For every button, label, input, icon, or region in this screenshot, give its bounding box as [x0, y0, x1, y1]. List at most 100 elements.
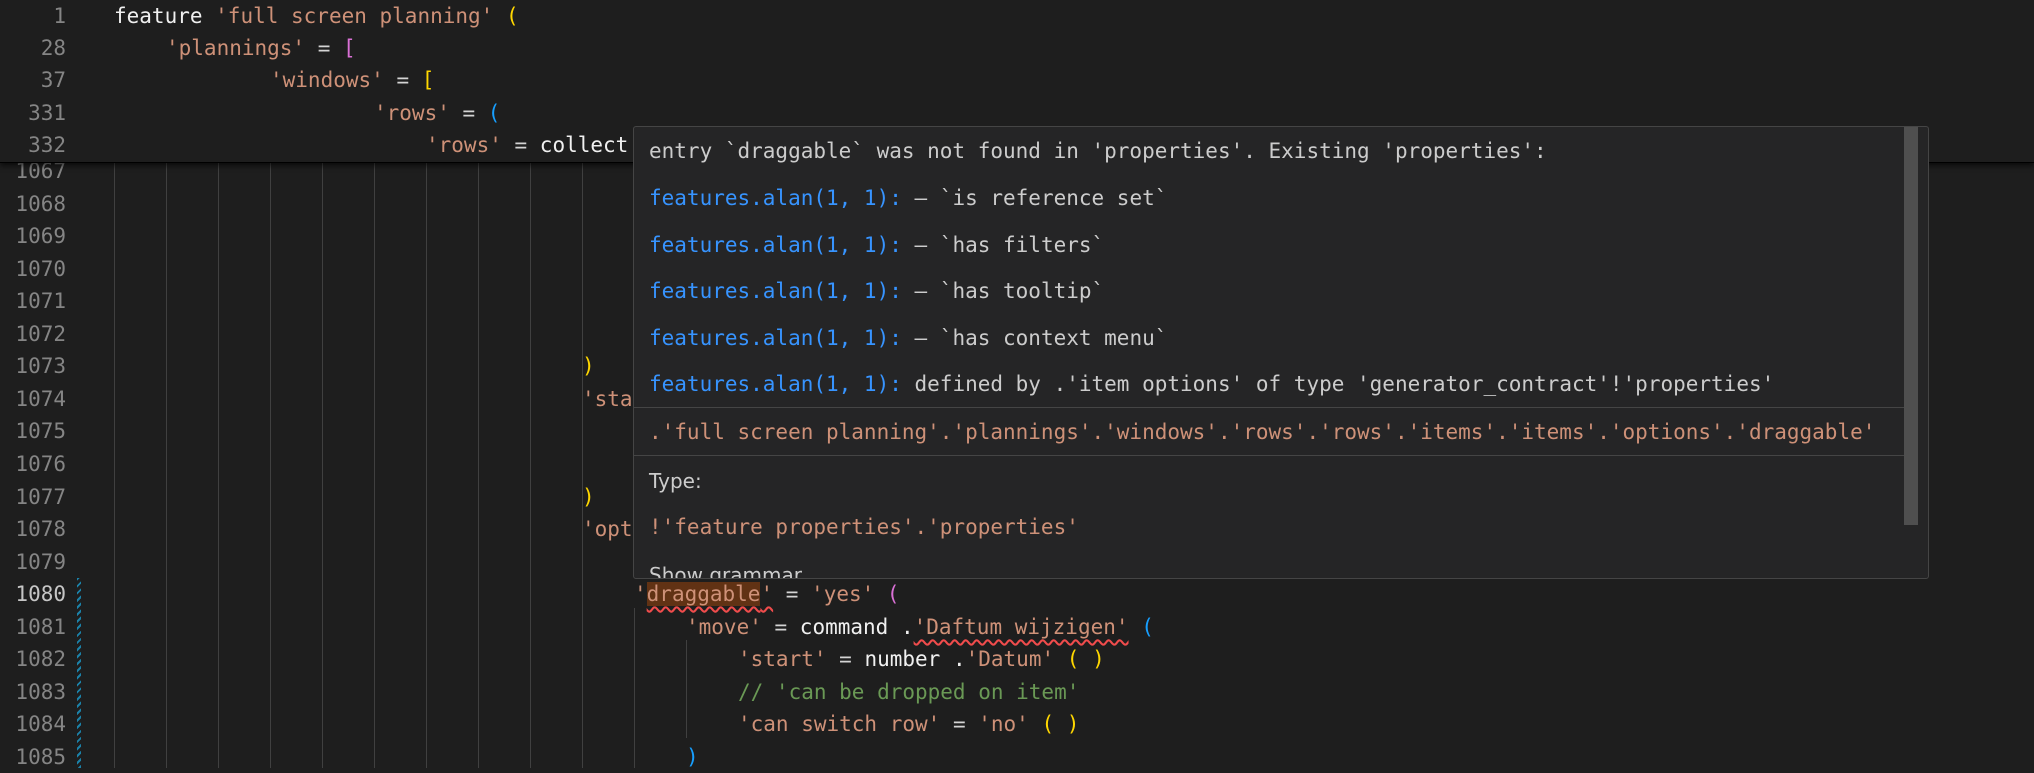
code-line[interactable]: 1085) [0, 741, 2034, 773]
hover-entry-link[interactable]: features.alan(1, 1): [649, 326, 902, 350]
indent-guide [114, 162, 115, 768]
indent-guide [374, 162, 375, 768]
sticky-line[interactable]: 1 feature 'full screen planning' ( [0, 0, 2034, 33]
line-code: 'start' = number .'Datum' ( ) [738, 643, 1105, 676]
code-token: ( ) [1041, 712, 1080, 737]
line-number: 1081 [15, 614, 66, 639]
line-number: 1071 [15, 289, 66, 314]
line-code: ) [582, 350, 595, 383]
hover-entry-text: – `has context menu` [901, 325, 1168, 350]
hover-type-label: Type: [649, 469, 702, 493]
hover-entry: features.alan(1, 1): – `has filters` [649, 227, 1104, 263]
line-code: 'can switch row' = 'no' ( ) [738, 708, 1079, 741]
code-token: 'sta [582, 386, 633, 411]
code-token: ( [487, 100, 501, 125]
code-token: 'can switch row' [738, 712, 941, 737]
code-token: = [773, 582, 812, 607]
hover-path: .'full screen planning'.'plannings'.'win… [649, 420, 1876, 444]
modified-lines-gutter-marker [77, 578, 81, 768]
sticky-line[interactable]: 331 'rows' = ( [0, 97, 2034, 130]
code-token: ( [886, 582, 900, 607]
line-code: ) [686, 741, 699, 773]
line-number: 1068 [15, 191, 66, 216]
line-number: 1076 [15, 451, 66, 476]
code-token: ( [1141, 614, 1154, 639]
code-token: = [940, 712, 979, 737]
code-token: 'Daftum wijzigen' [913, 614, 1129, 639]
code-line[interactable]: 1080 'draggable' = 'yes' ( [0, 578, 2034, 611]
code-token: 'plannings' [166, 36, 306, 61]
line-code: 'rows' = collect [426, 129, 628, 162]
line-code: 'plannings' = [ [166, 32, 356, 65]
code-token: ' [760, 582, 774, 607]
code-token: ) [582, 484, 595, 509]
hover-scrollbar[interactable] [1904, 127, 1918, 525]
code-token: draggable [646, 582, 761, 607]
comment-token: // 'can be dropped on item' [738, 679, 1080, 704]
code-token: 'rows' [426, 132, 502, 157]
code-token: 'move' [686, 614, 762, 639]
hover-entry-link[interactable]: features.alan(1, 1): [649, 372, 902, 396]
code-token: 'full screen planning' [215, 4, 494, 28]
code-token: ' [634, 582, 647, 607]
line-number: 1080 [15, 582, 66, 607]
indent-guide [270, 162, 271, 768]
code-token: = [449, 100, 488, 125]
code-token: ( ) [1066, 647, 1105, 672]
hover-entry-link[interactable]: features.alan(1, 1): [649, 279, 902, 303]
hover-entry-text: – `has tooltip` [901, 279, 1105, 303]
hover-tooltip[interactable]: entry `draggable` was not found in 'prop… [633, 126, 1929, 579]
line-number: 1082 [15, 647, 66, 672]
line-code: 'rows' = ( [374, 97, 500, 130]
line-number: 332 [28, 132, 66, 157]
code-token: ) [582, 354, 595, 379]
code-token: 'yes' [811, 582, 875, 607]
code-line[interactable]: 1081 'move' = command .'Daftum wijzigen' … [0, 611, 2034, 644]
line-code: ) [582, 481, 595, 514]
code-token: = [305, 36, 344, 61]
code-line[interactable]: 1083 // 'can be dropped on item' [0, 676, 2034, 709]
hover-entry-text: – `has filters` [901, 232, 1105, 257]
code-token: 'Datum' [965, 647, 1055, 672]
code-line[interactable]: 1082 'start' = number .'Datum' ( ) [0, 643, 2034, 676]
line-number: 1085 [15, 744, 66, 769]
code-token: ) [686, 744, 699, 769]
sticky-line[interactable]: 37 'windows' = [ [0, 64, 2034, 97]
hover-entry-link[interactable]: features.alan(1, 1): [649, 233, 902, 257]
code-token: [ [421, 68, 435, 93]
line-number: 1070 [15, 256, 66, 281]
code-token: = [501, 132, 540, 157]
code-token: 'opt [582, 517, 633, 542]
indent-guide [634, 608, 635, 768]
line-number: 1077 [15, 484, 66, 509]
line-code: // 'can be dropped on item' [738, 676, 1079, 709]
code-line[interactable]: 1084 'can switch row' = 'no' ( ) [0, 708, 2034, 741]
indent-guide [218, 162, 219, 768]
code-token: = [826, 647, 865, 672]
hover-entry: features.alan(1, 1): – `has context menu… [649, 320, 1167, 356]
indent-guide [426, 162, 427, 768]
hover-entry-text: defined by .'item options' of type 'gene… [901, 372, 1775, 396]
line-number: 1084 [15, 712, 66, 737]
line-number: 1079 [15, 549, 66, 574]
hover-entry-link[interactable]: features.alan(1, 1): [649, 186, 902, 210]
sticky-line[interactable]: 28 'plannings' = [ [0, 32, 2034, 65]
line-number: 37 [40, 68, 66, 93]
code-token: = [761, 614, 800, 639]
code-token: [ [343, 36, 356, 61]
indent-guide [686, 640, 687, 738]
line-number: 1075 [15, 419, 66, 444]
line-code: 'sta [582, 383, 633, 416]
show-grammar-link[interactable]: Show grammar [649, 557, 802, 578]
line-number: 331 [28, 100, 66, 125]
code-token: feature [114, 4, 216, 28]
line-number: 1069 [15, 224, 66, 249]
indent-guide [530, 162, 531, 768]
indent-guide [166, 162, 167, 768]
line-code: 'move' = command .'Daftum wijzigen' ( [686, 611, 1154, 644]
hover-message: entry `draggable` was not found in 'prop… [649, 139, 1547, 163]
